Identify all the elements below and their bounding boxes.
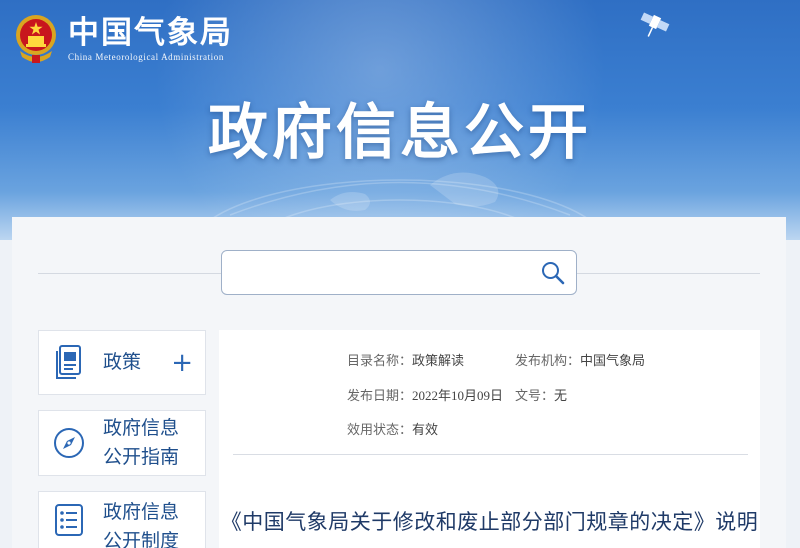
document-title[interactable]: 《中国气象局关于修改和废止部分部门规章的决定》说明 (219, 506, 760, 536)
meta-catalog-label: 目录名称： (347, 353, 413, 368)
meta-date: 发布日期：2022年10月09日 (347, 385, 503, 404)
compass-icon (54, 428, 84, 458)
sidebar-item-label-line: 公开指南 (103, 446, 180, 468)
meta-date-label: 发布日期： (347, 388, 413, 403)
page-title: 政府信息公开 (208, 98, 592, 168)
expand-plus-icon[interactable]: + (171, 350, 193, 376)
search-divider-left (38, 273, 221, 274)
satellite-icon (640, 12, 670, 37)
detail-divider (233, 454, 748, 455)
logo-english-name: China Meteorological Administration (68, 52, 224, 62)
meta-docno: 文号：无 (515, 385, 567, 404)
meta-publisher: 发布机构：中国气象局 (515, 350, 645, 369)
meta-docno-label: 文号： (515, 388, 555, 403)
content-panel: 政策 + 政府信息 公开指南 政府信息 公开制度 目录名称：政策解读 发布机构：… (12, 217, 786, 548)
meta-publisher-value: 中国气象局 (580, 353, 646, 368)
meta-catalog-value: 政策解读 (412, 353, 465, 368)
list-icon (55, 504, 83, 536)
search-input[interactable] (232, 257, 536, 289)
logo-chinese-name: 中国气象局 (68, 15, 233, 51)
meta-docno-value: 无 (554, 388, 568, 403)
meta-status-label: 效用状态： (347, 422, 413, 437)
meta-date-value: 2022年10月09日 (412, 388, 504, 403)
sidebar-item-disclosure-guide[interactable]: 政府信息 公开指南 (38, 410, 206, 476)
search-divider-right (577, 273, 760, 274)
sidebar-item-label-line: 政府信息 (103, 417, 180, 439)
sidebar-item-label-line: 政府信息 (103, 501, 180, 523)
search-button[interactable] (538, 258, 568, 288)
sidebar-item-label: 政策 (103, 351, 142, 373)
document-detail-card: 目录名称：政策解读 发布机构：中国气象局 发布日期：2022年10月09日 文号… (219, 330, 760, 548)
meta-catalog: 目录名称：政策解读 (347, 350, 464, 369)
search-bar (221, 250, 577, 295)
meta-publisher-label: 发布机构： (515, 353, 581, 368)
document-icon (56, 344, 81, 379)
national-emblem-icon (16, 15, 56, 63)
search-icon (542, 262, 565, 285)
site-logo[interactable]: 中国气象局 China Meteorological Administratio… (14, 8, 233, 70)
header-banner: 中国气象局 China Meteorological Administratio… (0, 0, 800, 240)
sidebar-item-disclosure-system[interactable]: 政府信息 公开制度 (38, 491, 206, 548)
meta-status-value: 有效 (412, 422, 439, 437)
sidebar-item-policy[interactable]: 政策 + (38, 330, 206, 395)
sidebar-item-label-line: 公开制度 (103, 530, 180, 548)
meta-status: 效用状态：有效 (347, 419, 438, 438)
